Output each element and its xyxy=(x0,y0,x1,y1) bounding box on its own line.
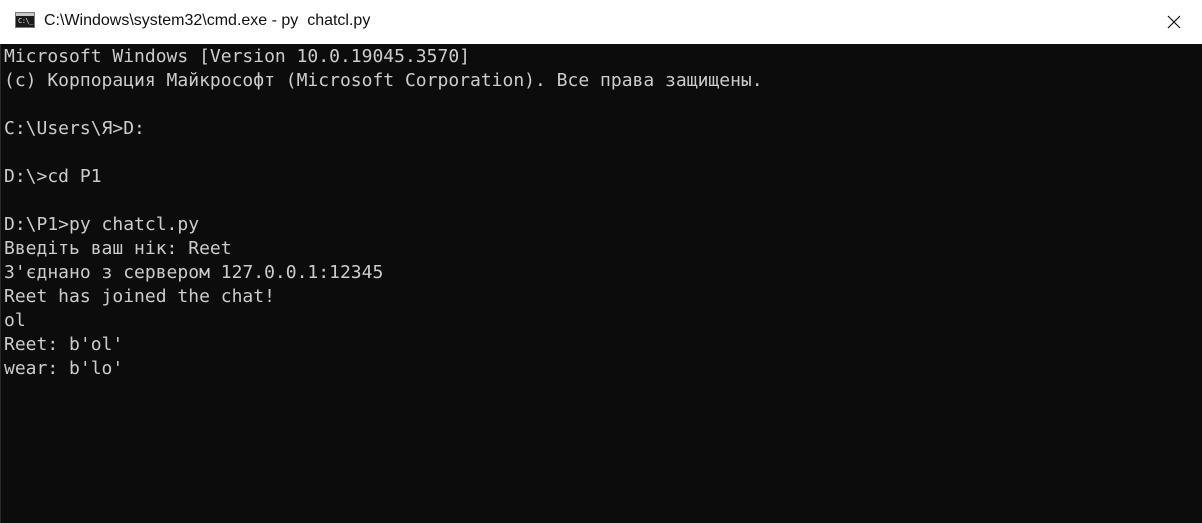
cmd-app-icon[interactable]: C:\_ xyxy=(15,12,35,28)
cmd-window: C:\_ C:\Windows\system32\cmd.exe - py ch… xyxy=(0,0,1202,523)
console-line: D:\P1>py chatcl.py xyxy=(4,214,200,235)
console-line: ol xyxy=(4,310,26,331)
console-line: wear: b'lo' xyxy=(4,358,124,379)
console-line: Microsoft Windows [Version 10.0.19045.35… xyxy=(4,46,470,67)
console-line: (c) Корпорация Майкрософт (Microsoft Cor… xyxy=(4,70,763,91)
console-line: Reet has joined the chat! xyxy=(4,286,275,307)
console-output[interactable]: Microsoft Windows [Version 10.0.19045.35… xyxy=(0,44,1202,523)
close-button[interactable] xyxy=(1146,0,1202,44)
console-line: З'єднано з сервером 127.0.0.1:12345 xyxy=(4,262,384,283)
title-bar[interactable]: C:\_ C:\Windows\system32\cmd.exe - py ch… xyxy=(0,0,1202,44)
window-title: C:\Windows\system32\cmd.exe - py chatcl.… xyxy=(44,12,371,29)
window-border xyxy=(0,44,1,523)
console-line: Reet: b'ol' xyxy=(4,334,124,355)
console-line: Введіть ваш нік: Reet xyxy=(4,238,232,259)
console-line: D:\>cd P1 xyxy=(4,166,102,187)
close-icon xyxy=(1167,15,1181,29)
cmd-icon-text: C:\_ xyxy=(18,17,33,25)
console-line: C:\Users\Я>D: xyxy=(4,118,145,139)
